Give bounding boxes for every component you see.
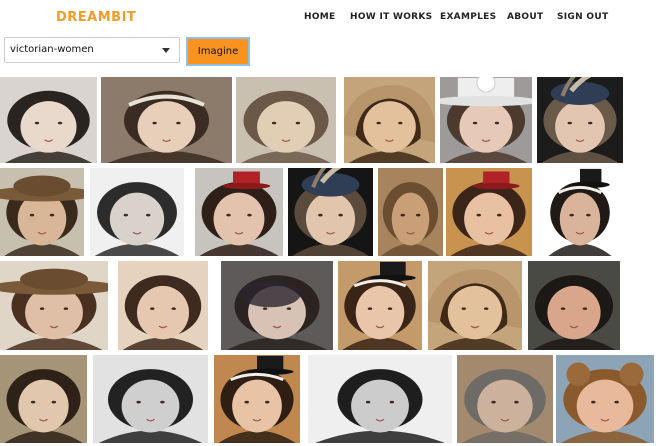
portrait-image <box>118 261 208 350</box>
nav-how-it-works[interactable]: HOW IT WORKS <box>350 12 432 22</box>
portrait-thumbnail[interactable] <box>118 261 208 350</box>
portrait-image <box>236 77 336 163</box>
portrait-thumbnail[interactable] <box>556 355 654 443</box>
portrait-image <box>0 355 87 443</box>
portrait-thumbnail[interactable] <box>288 168 373 256</box>
portrait-thumbnail[interactable] <box>428 261 522 350</box>
portrait-thumbnail[interactable] <box>344 77 435 163</box>
portrait-thumbnail[interactable] <box>0 77 97 163</box>
portrait-image <box>288 168 373 256</box>
portrait-image <box>93 355 208 443</box>
top-bar: DREAMBIT HOME HOW IT WORKS EXAMPLES ABOU… <box>0 0 656 38</box>
portrait-image <box>528 261 620 350</box>
portrait-thumbnail[interactable] <box>93 355 208 443</box>
portrait-image <box>440 77 532 163</box>
portrait-thumbnail[interactable] <box>537 77 623 163</box>
portrait-thumbnail[interactable] <box>101 77 232 163</box>
portrait-image <box>0 77 97 163</box>
chevron-down-icon <box>162 48 170 53</box>
imagine-button[interactable]: Imagine <box>186 37 250 66</box>
portrait-thumbnail[interactable] <box>545 168 615 256</box>
portrait-thumbnail[interactable] <box>457 355 553 443</box>
portrait-thumbnail[interactable] <box>214 355 300 443</box>
portrait-thumbnail[interactable] <box>236 77 336 163</box>
portrait-thumbnail[interactable] <box>195 168 283 256</box>
portrait-image <box>0 168 84 256</box>
portrait-thumbnail[interactable] <box>308 355 452 443</box>
nav-sign-out[interactable]: SIGN OUT <box>557 12 608 22</box>
portrait-image <box>537 77 623 163</box>
nav-examples[interactable]: EXAMPLES <box>440 12 496 22</box>
portrait-image <box>545 168 615 256</box>
portrait-thumbnail[interactable] <box>0 168 84 256</box>
portrait-image <box>428 261 522 350</box>
portrait-image <box>556 355 654 443</box>
portrait-image <box>214 355 300 443</box>
portrait-thumbnail[interactable] <box>338 261 422 350</box>
nav-home[interactable]: HOME <box>304 12 336 22</box>
portrait-image <box>308 355 452 443</box>
portrait-image <box>221 261 333 350</box>
portrait-image <box>0 261 108 350</box>
portrait-thumbnail[interactable] <box>446 168 532 256</box>
portrait-image <box>90 168 184 256</box>
portrait-thumbnail[interactable] <box>0 355 87 443</box>
category-select-value: victorian-women <box>10 44 94 55</box>
portrait-image <box>378 168 443 256</box>
portrait-thumbnail[interactable] <box>378 168 443 256</box>
portrait-image <box>344 77 435 163</box>
portrait-image <box>457 355 553 443</box>
brand-logo[interactable]: DREAMBIT <box>56 10 136 25</box>
portrait-thumbnail[interactable] <box>221 261 333 350</box>
category-select[interactable]: victorian-women <box>4 37 180 63</box>
portrait-image <box>195 168 283 256</box>
portrait-image <box>101 77 232 163</box>
portrait-image <box>338 261 422 350</box>
nav-about[interactable]: ABOUT <box>507 12 543 22</box>
portrait-thumbnail[interactable] <box>528 261 620 350</box>
portrait-thumbnail[interactable] <box>0 261 108 350</box>
portrait-thumbnail[interactable] <box>90 168 184 256</box>
portrait-thumbnail[interactable] <box>440 77 532 163</box>
portrait-image <box>446 168 532 256</box>
